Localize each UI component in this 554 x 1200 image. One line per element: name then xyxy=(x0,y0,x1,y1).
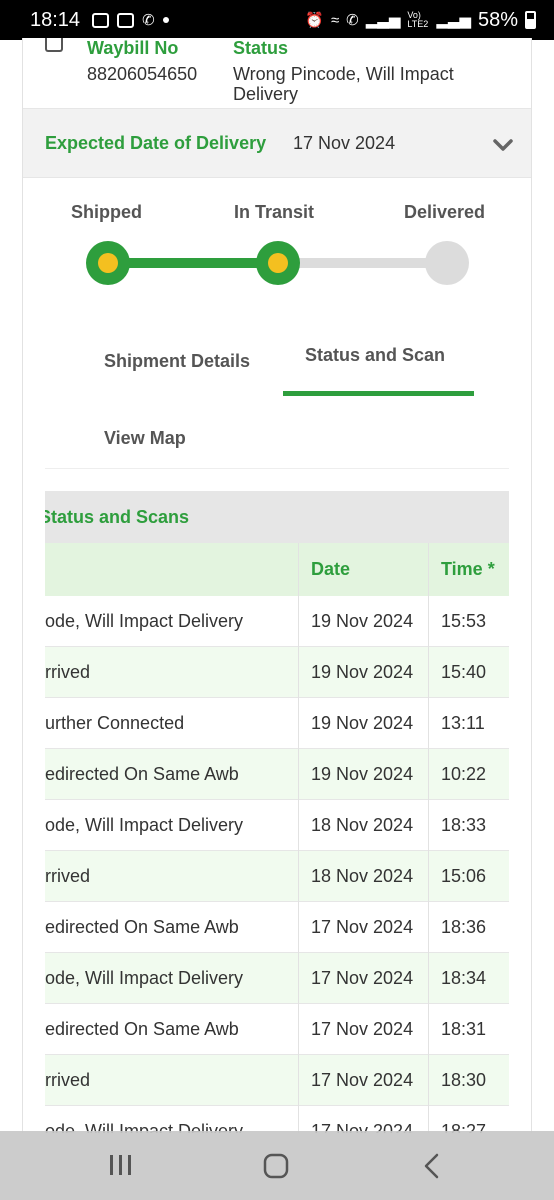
recents-icon[interactable] xyxy=(108,1153,134,1177)
tab-view-map[interactable]: View Map xyxy=(104,428,186,449)
scan-time: 15:06 xyxy=(441,866,487,886)
active-tab-indicator xyxy=(283,391,474,396)
divider xyxy=(45,468,509,469)
status-value: Wrong Pincode, Will Impact Delivery xyxy=(233,64,454,104)
wifi-icon: ≈ xyxy=(330,11,340,29)
scan-date: 17 Nov 2024 xyxy=(311,917,414,937)
alarm-icon: ⏰ xyxy=(305,12,324,29)
system-nav-bar xyxy=(0,1131,554,1200)
header-date: Date xyxy=(311,559,351,579)
tab-status-and-scan[interactable]: Status and Scan xyxy=(305,345,445,366)
tab-shipment-details[interactable]: Shipment Details xyxy=(104,351,250,372)
scan-time: 18:36 xyxy=(441,917,487,937)
scan-status: ode, Will Impact Delivery xyxy=(45,611,244,631)
scan-status: urther Connected xyxy=(45,713,185,733)
table-row: rrived 19 Nov 2024 15:40 xyxy=(45,647,509,698)
notification-dot-icon xyxy=(162,17,169,23)
step-label-delivered: Delivered xyxy=(404,202,486,222)
status-label: Status xyxy=(233,38,289,58)
shipment-card: Waybill No 88206054650 Status Wrong Pinc… xyxy=(22,38,532,1133)
scan-date: 17 Nov 2024 xyxy=(311,1019,414,1039)
scans-table-title-bar: Status and Scans xyxy=(45,491,509,543)
scan-time: 15:53 xyxy=(441,611,487,631)
signal-icon-2: ▂▃▅ xyxy=(436,12,471,29)
step-node-in-transit xyxy=(256,241,300,285)
column-divider xyxy=(298,543,299,1133)
table-row: edirected On Same Awb 17 Nov 2024 18:31 xyxy=(45,1004,509,1055)
scan-status: edirected On Same Awb xyxy=(45,917,239,937)
step-node-delivered xyxy=(425,241,469,285)
back-icon[interactable] xyxy=(422,1153,442,1179)
table-row: edirected On Same Awb 19 Nov 2024 10:22 xyxy=(45,749,509,800)
waybill-number: 88206054650 xyxy=(87,64,198,84)
signal-icon-1: ▂▃▅ xyxy=(365,12,401,29)
scan-date: 19 Nov 2024 xyxy=(311,662,414,682)
scan-time: 18:34 xyxy=(441,968,487,988)
table-row: ode, Will Impact Delivery 18 Nov 2024 18:3… xyxy=(45,800,509,851)
scan-status: rrived xyxy=(45,866,91,886)
scans-table-header: Date Time * xyxy=(45,543,509,596)
column-divider xyxy=(428,543,429,1133)
status-bar: 18:14 ✆ ⏰ ≈ ✆ ▂▃▅ Vo) LTE2 ▂▃▅ 58% xyxy=(0,0,554,40)
select-checkbox[interactable] xyxy=(45,38,63,52)
table-row: urther Connected 19 Nov 2024 13:11 xyxy=(45,698,509,749)
network-type: Vo) LTE2 xyxy=(407,10,429,29)
table-row: ode, Will Impact Delivery 19 Nov 2024 15:5… xyxy=(45,596,509,647)
chevron-down-icon[interactable] xyxy=(493,135,513,155)
table-row: rrived 18 Nov 2024 15:06 xyxy=(45,851,509,902)
table-row: ode, Will Impact Delivery 17 Nov 2024 18:3… xyxy=(45,953,509,1004)
battery-icon xyxy=(525,11,536,29)
scan-time: 18:30 xyxy=(441,1070,487,1090)
progress-line-pending xyxy=(278,258,448,268)
progress-line-complete xyxy=(108,258,278,268)
header-time: Time * xyxy=(441,559,495,579)
scan-time: 10:22 xyxy=(441,764,487,784)
video-call-icon xyxy=(92,12,110,28)
table-row: edirected On Same Awb 17 Nov 2024 18:36 xyxy=(45,902,509,953)
scan-status: ode, Will Impact Delivery xyxy=(45,968,244,988)
home-icon[interactable] xyxy=(262,1153,290,1179)
scan-date: 19 Nov 2024 xyxy=(311,611,414,631)
scan-time: 15:40 xyxy=(441,662,487,682)
scan-date: 17 Nov 2024 xyxy=(311,1070,414,1090)
table-row: ode, Will Impact Delivery 17 Nov 2024 18:2… xyxy=(45,1106,509,1133)
scan-date: 19 Nov 2024 xyxy=(311,764,414,784)
scan-time: 13:11 xyxy=(441,713,485,733)
waybill-row: Waybill No 88206054650 Status Wrong Pinc… xyxy=(23,38,531,108)
scan-time: 18:31 xyxy=(441,1019,487,1039)
scan-status: rrived xyxy=(45,1070,91,1090)
scan-status: ode, Will Impact Delivery xyxy=(45,815,244,835)
scans-table-body: ode, Will Impact Delivery 19 Nov 2024 15:5… xyxy=(45,596,509,1133)
expected-delivery-header[interactable]: Expected Date of Delivery 17 Nov 2024 xyxy=(23,108,531,178)
wifi-call-icon: ✆ xyxy=(346,12,359,29)
scan-date: 18 Nov 2024 xyxy=(311,815,414,835)
scan-status: edirected On Same Awb xyxy=(45,1019,239,1039)
table-row: rrived 17 Nov 2024 18:30 xyxy=(45,1055,509,1106)
scans-table[interactable]: Status and Scans Date Time * ode, Will I… xyxy=(45,491,509,1133)
contact-icon xyxy=(117,12,135,28)
edd-label: Expected Date of Delivery xyxy=(45,133,267,153)
scan-date: 19 Nov 2024 xyxy=(311,713,414,733)
scans-table-title: Status and Scans xyxy=(45,507,190,527)
step-node-shipped xyxy=(86,241,130,285)
missed-call-icon: ✆ xyxy=(142,12,155,29)
scan-date: 18 Nov 2024 xyxy=(311,866,414,886)
scan-date: 17 Nov 2024 xyxy=(311,968,414,988)
scan-status: edirected On Same Awb xyxy=(45,764,239,784)
scan-time: 18:33 xyxy=(441,815,487,835)
step-label-shipped: Shipped xyxy=(71,202,142,222)
battery-percent: 58% xyxy=(477,8,518,31)
edd-value: 17 Nov 2024 xyxy=(293,133,396,153)
scan-status: rrived xyxy=(45,662,91,682)
waybill-label: Waybill No xyxy=(87,38,179,58)
clock: 18:14 xyxy=(30,8,81,31)
step-label-in-transit: In Transit xyxy=(234,202,315,222)
